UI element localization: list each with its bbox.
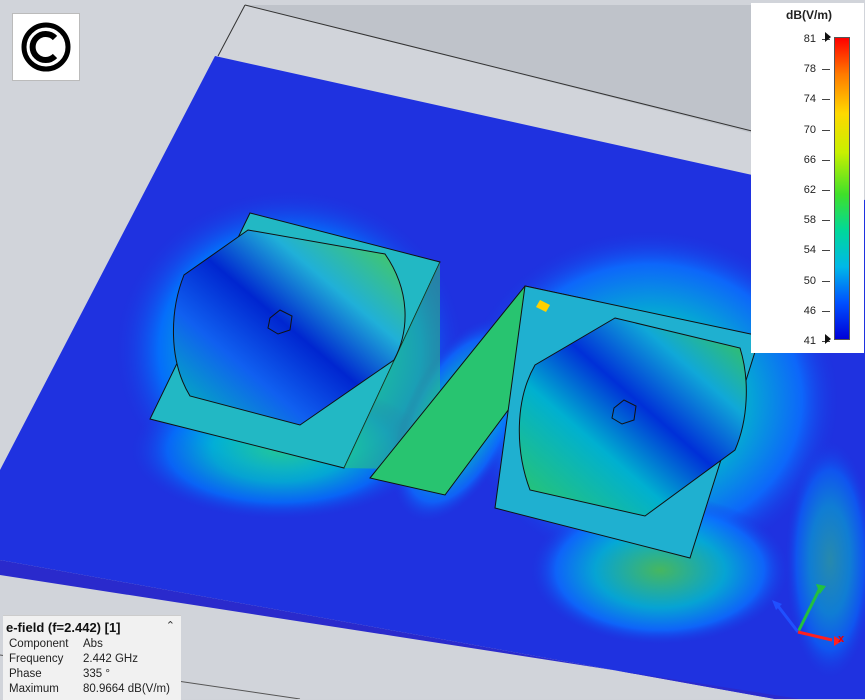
copyright-icon: [21, 22, 71, 72]
info-row-label: Component: [9, 638, 69, 650]
copyright-logo: [12, 13, 80, 81]
field-info-panel: e-field (f=2.442) [1] ⌃ Component Abs Freq…: [3, 615, 181, 700]
3d-viewport[interactable]: [0, 0, 865, 699]
info-row-value: Abs: [83, 638, 103, 650]
info-row-label: Maximum: [9, 683, 59, 695]
color-legend: dB(V/m) 81 78 74 70 66 62 58 54 50 46 41: [751, 3, 864, 353]
info-row-value: 80.9664 dB(V/m): [83, 683, 170, 695]
info-title: e-field (f=2.442) [1]: [6, 620, 121, 635]
info-row-label: Frequency: [9, 653, 64, 665]
axis-x-label: x: [838, 633, 845, 645]
info-row-value: 2.442 GHz: [83, 653, 138, 665]
info-row-label: Phase: [9, 668, 42, 680]
info-row-value: 335 °: [83, 668, 110, 680]
chevron-up-icon[interactable]: ⌃: [166, 619, 175, 632]
